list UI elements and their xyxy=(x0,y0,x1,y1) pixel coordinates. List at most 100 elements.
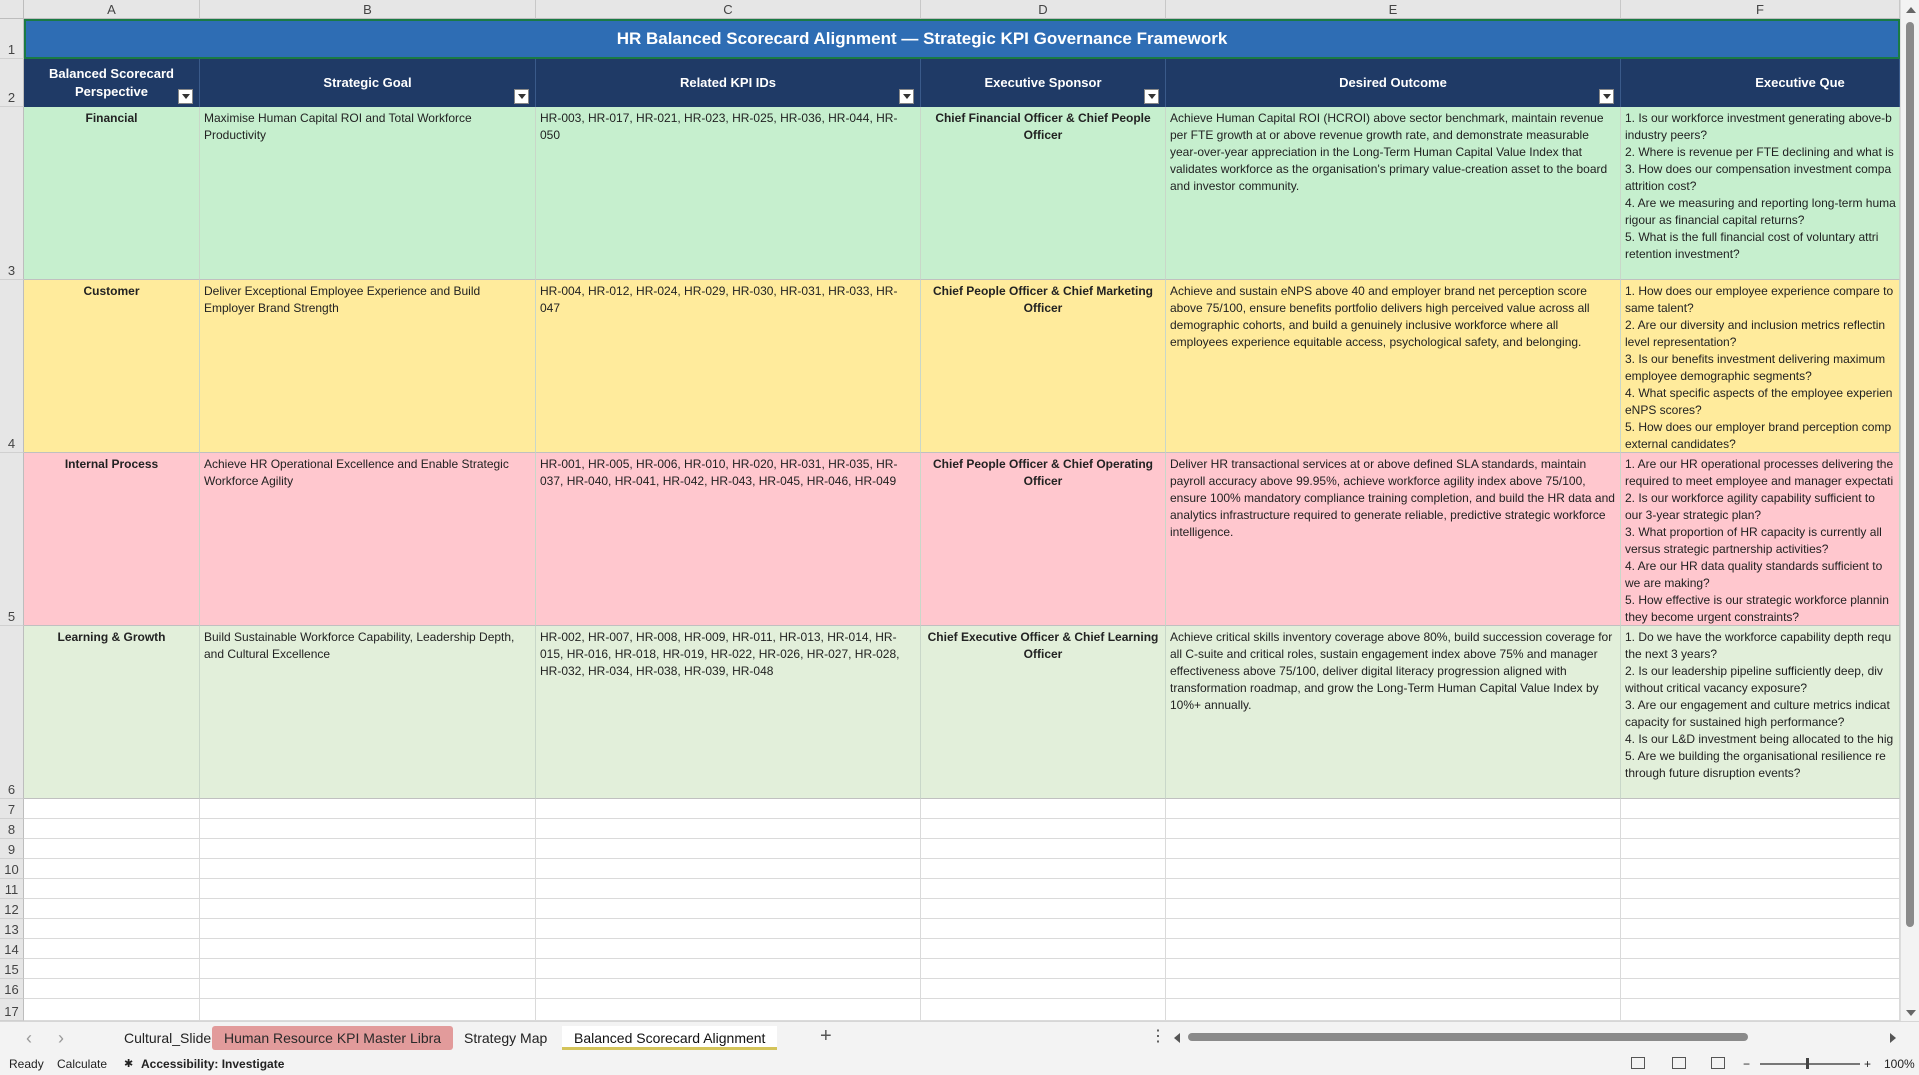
row-header-15[interactable]: 15 xyxy=(0,959,24,979)
empty-cell[interactable] xyxy=(1166,959,1621,979)
empty-cell[interactable] xyxy=(921,999,1166,1021)
cell-kpis[interactable]: HR-002, HR-007, HR-008, HR-009, HR-011, … xyxy=(536,626,921,799)
empty-cell[interactable] xyxy=(1621,919,1900,939)
scroll-up-icon[interactable] xyxy=(1906,7,1916,13)
empty-cell[interactable] xyxy=(921,919,1166,939)
row-header-12[interactable]: 12 xyxy=(0,899,24,919)
empty-cell[interactable] xyxy=(921,859,1166,879)
empty-cell[interactable] xyxy=(1621,979,1900,999)
spreadsheet-grid[interactable]: A B C D E F 1 2 3 4 5 6 7 8 9 10 11 12 1… xyxy=(0,0,1900,1021)
cell-outcome[interactable]: Achieve Human Capital ROI (HCROI) above … xyxy=(1166,107,1621,280)
cell-questions[interactable]: 1. How does our employee experience comp… xyxy=(1621,280,1900,453)
row-header-14[interactable]: 14 xyxy=(0,939,24,959)
row-header-16[interactable]: 16 xyxy=(0,979,24,999)
empty-cell[interactable] xyxy=(1166,799,1621,819)
cell-outcome[interactable]: Deliver HR transactional services at or … xyxy=(1166,453,1621,626)
chevron-right-icon[interactable]: › xyxy=(58,1028,64,1049)
empty-cell[interactable] xyxy=(921,939,1166,959)
horizontal-scroll-thumb[interactable] xyxy=(1188,1033,1748,1041)
empty-cell[interactable] xyxy=(536,819,921,839)
empty-cell[interactable] xyxy=(24,959,200,979)
header-cell-sponsor[interactable]: Executive Sponsor xyxy=(921,59,1166,107)
filter-dropdown-icon[interactable] xyxy=(1599,89,1614,104)
column-header-d[interactable]: D xyxy=(921,0,1166,19)
empty-cell[interactable] xyxy=(1621,839,1900,859)
row-header-10[interactable]: 10 xyxy=(0,859,24,879)
empty-cell[interactable] xyxy=(1621,939,1900,959)
cell-kpis[interactable]: HR-003, HR-017, HR-021, HR-023, HR-025, … xyxy=(536,107,921,280)
empty-cell[interactable] xyxy=(24,919,200,939)
empty-cell[interactable] xyxy=(1166,899,1621,919)
add-sheet-icon[interactable]: + xyxy=(820,1025,832,1048)
empty-cell[interactable] xyxy=(24,899,200,919)
row-header-7[interactable]: 7 xyxy=(0,799,24,819)
zoom-slider-knob[interactable] xyxy=(1806,1058,1809,1069)
empty-cell[interactable] xyxy=(24,839,200,859)
page-break-view-icon[interactable] xyxy=(1711,1057,1725,1069)
page-layout-view-icon[interactable] xyxy=(1672,1057,1686,1069)
empty-cell[interactable] xyxy=(24,799,200,819)
row-header-4[interactable]: 4 xyxy=(0,280,24,453)
zoom-slider[interactable] xyxy=(1760,1063,1860,1065)
empty-cell[interactable] xyxy=(536,839,921,859)
header-cell-perspective[interactable]: Balanced Scorecard Perspective xyxy=(24,59,200,107)
empty-cell[interactable] xyxy=(1621,999,1900,1021)
empty-cell[interactable] xyxy=(1166,879,1621,899)
column-header-f[interactable]: F xyxy=(1621,0,1900,19)
empty-cell[interactable] xyxy=(536,799,921,819)
empty-cell[interactable] xyxy=(24,819,200,839)
row-header-5[interactable]: 5 xyxy=(0,453,24,626)
empty-cell[interactable] xyxy=(24,879,200,899)
row-header-11[interactable]: 11 xyxy=(0,879,24,899)
cell-sponsor[interactable]: Chief People Officer & Chief Operating O… xyxy=(921,453,1166,626)
empty-cell[interactable] xyxy=(200,899,536,919)
cell-perspective[interactable]: Financial xyxy=(24,107,200,280)
sheet-tab-balanced-scorecard-alignment[interactable]: Balanced Scorecard Alignment xyxy=(562,1026,778,1050)
cell-perspective[interactable]: Learning & Growth xyxy=(24,626,200,799)
column-header-b[interactable]: B xyxy=(200,0,536,19)
header-cell-outcome[interactable]: Desired Outcome xyxy=(1166,59,1621,107)
normal-view-icon[interactable] xyxy=(1631,1057,1645,1069)
empty-cell[interactable] xyxy=(1621,819,1900,839)
empty-cell[interactable] xyxy=(921,839,1166,859)
sheet-tab-cover-slide[interactable]: Cultural_Slide xyxy=(112,1026,223,1050)
empty-cell[interactable] xyxy=(24,979,200,999)
empty-cell[interactable] xyxy=(1166,819,1621,839)
empty-cell[interactable] xyxy=(24,859,200,879)
row-header-8[interactable]: 8 xyxy=(0,819,24,839)
filter-dropdown-icon[interactable] xyxy=(514,89,529,104)
empty-cell[interactable] xyxy=(200,859,536,879)
row-header-3[interactable]: 3 xyxy=(0,107,24,280)
empty-cell[interactable] xyxy=(1621,799,1900,819)
zoom-in-icon[interactable]: + xyxy=(1864,1057,1871,1071)
scroll-down-icon[interactable] xyxy=(1906,1010,1916,1016)
cell-goal[interactable]: Build Sustainable Workforce Capability, … xyxy=(200,626,536,799)
cell-sponsor[interactable]: Chief People Officer & Chief Marketing O… xyxy=(921,280,1166,453)
row-header-2[interactable]: 2 xyxy=(0,59,24,107)
filter-dropdown-icon[interactable] xyxy=(1144,89,1159,104)
sheet-title-cell[interactable]: HR Balanced Scorecard Alignment — Strate… xyxy=(24,19,1900,59)
empty-cell[interactable] xyxy=(921,799,1166,819)
cell-questions[interactable]: 1. Are our HR operational processes deli… xyxy=(1621,453,1900,626)
cell-sponsor[interactable]: Chief Financial Officer & Chief People O… xyxy=(921,107,1166,280)
select-all-corner[interactable] xyxy=(0,0,24,19)
sheet-tab-kpi-master-library[interactable]: Human Resource KPI Master Libra xyxy=(212,1026,454,1050)
empty-cell[interactable] xyxy=(921,819,1166,839)
header-cell-questions[interactable]: Executive Que xyxy=(1621,59,1900,107)
empty-cell[interactable] xyxy=(1166,859,1621,879)
row-header-1[interactable]: 1 xyxy=(0,19,24,59)
empty-cell[interactable] xyxy=(921,959,1166,979)
cell-goal[interactable]: Maximise Human Capital ROI and Total Wor… xyxy=(200,107,536,280)
cell-kpis[interactable]: HR-001, HR-005, HR-006, HR-010, HR-020, … xyxy=(536,453,921,626)
empty-cell[interactable] xyxy=(1166,919,1621,939)
cell-kpis[interactable]: HR-004, HR-012, HR-024, HR-029, HR-030, … xyxy=(536,280,921,453)
row-header-9[interactable]: 9 xyxy=(0,839,24,859)
empty-cell[interactable] xyxy=(536,979,921,999)
status-calculate[interactable]: Calculate xyxy=(57,1057,107,1071)
row-header-17[interactable]: 17 xyxy=(0,999,24,1021)
sheet-tab-strategy-map[interactable]: Strategy Map xyxy=(452,1026,559,1050)
filter-dropdown-icon[interactable] xyxy=(178,89,193,104)
cell-perspective[interactable]: Internal Process xyxy=(24,453,200,626)
accessibility-icon[interactable]: ✱ xyxy=(124,1057,133,1070)
status-accessibility[interactable]: Accessibility: Investigate xyxy=(141,1057,284,1071)
